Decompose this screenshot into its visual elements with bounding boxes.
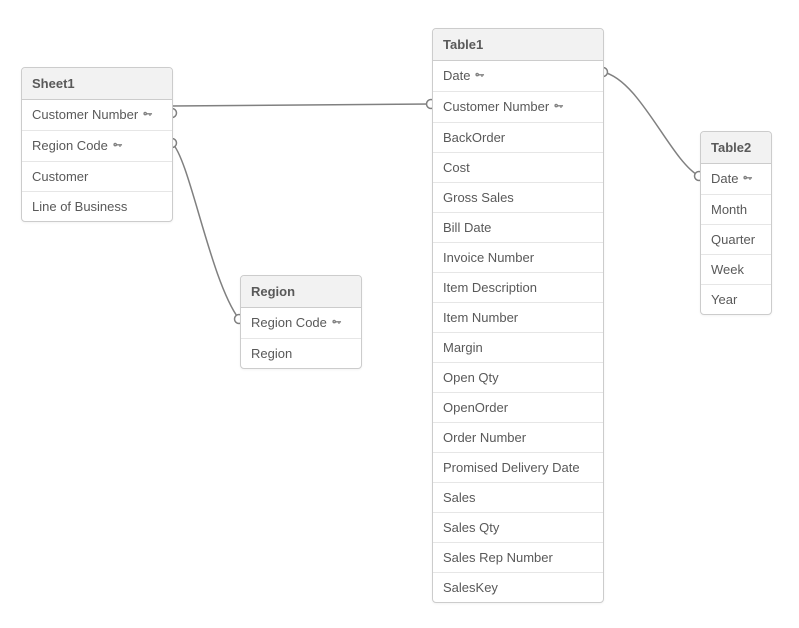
connection-line [172, 104, 431, 113]
table-table2[interactable]: Table2 Date Month Quarter Week Year [700, 131, 772, 315]
field-label: Line of Business [32, 199, 127, 214]
field-label: Region [251, 346, 292, 361]
table-field[interactable]: SalesKey [433, 573, 603, 602]
field-label: Promised Delivery Date [443, 460, 580, 475]
table-field[interactable]: Promised Delivery Date [433, 453, 603, 483]
table-table1[interactable]: Table1 Date Customer Number BackOrder Cost Gr… [432, 28, 604, 603]
field-label: Margin [443, 340, 483, 355]
table-field[interactable]: Sales Rep Number [433, 543, 603, 573]
table-field[interactable]: Item Number [433, 303, 603, 333]
field-label: Region Code [32, 138, 108, 153]
field-label: Region Code [251, 315, 327, 330]
field-label: Date [443, 68, 470, 83]
table-field[interactable]: Week [701, 255, 771, 285]
field-label: Invoice Number [443, 250, 534, 265]
table-field[interactable]: Date [433, 61, 603, 92]
table-field[interactable]: Month [701, 195, 771, 225]
table-field[interactable]: Invoice Number [433, 243, 603, 273]
field-label: Year [711, 292, 737, 307]
table-field[interactable]: Cost [433, 153, 603, 183]
field-label: Week [711, 262, 744, 277]
connection-line [172, 143, 239, 319]
table-field[interactable]: Open Qty [433, 363, 603, 393]
field-label: Item Number [443, 310, 518, 325]
field-label: Sales Rep Number [443, 550, 553, 565]
field-label: Quarter [711, 232, 755, 247]
table-header[interactable]: Table2 [701, 132, 771, 164]
field-label: Open Qty [443, 370, 499, 385]
table-field[interactable]: BackOrder [433, 123, 603, 153]
key-icon [331, 316, 342, 331]
field-label: Gross Sales [443, 190, 514, 205]
field-label: OpenOrder [443, 400, 508, 415]
table-field[interactable]: Region Code [241, 308, 361, 339]
field-label: Date [711, 171, 738, 186]
table-field[interactable]: Sales Qty [433, 513, 603, 543]
table-header[interactable]: Region [241, 276, 361, 308]
table-field[interactable]: Sales [433, 483, 603, 513]
table-field[interactable]: Margin [433, 333, 603, 363]
table-field[interactable]: Bill Date [433, 213, 603, 243]
table-header[interactable]: Sheet1 [22, 68, 172, 100]
table-field[interactable]: Order Number [433, 423, 603, 453]
table-field[interactable]: Line of Business [22, 192, 172, 221]
table-field[interactable]: OpenOrder [433, 393, 603, 423]
field-label: Bill Date [443, 220, 491, 235]
table-sheet1[interactable]: Sheet1 Customer Number Region Code Customer… [21, 67, 173, 222]
field-label: Customer [32, 169, 88, 184]
field-label: Sales Qty [443, 520, 499, 535]
table-field[interactable]: Region [241, 339, 361, 368]
table-field[interactable]: Region Code [22, 131, 172, 162]
field-label: Customer Number [32, 107, 138, 122]
field-label: Cost [443, 160, 470, 175]
field-label: Item Description [443, 280, 537, 295]
table-field[interactable]: Customer [22, 162, 172, 192]
table-field[interactable]: Date [701, 164, 771, 195]
field-label: BackOrder [443, 130, 505, 145]
table-field[interactable]: Quarter [701, 225, 771, 255]
table-field[interactable]: Customer Number [433, 92, 603, 123]
field-label: Customer Number [443, 99, 549, 114]
field-label: Order Number [443, 430, 526, 445]
table-header[interactable]: Table1 [433, 29, 603, 61]
field-label: Sales [443, 490, 476, 505]
key-icon [142, 108, 153, 123]
table-field[interactable]: Year [701, 285, 771, 314]
key-icon [112, 139, 123, 154]
key-icon [553, 100, 564, 115]
connection-line [603, 72, 699, 176]
table-field[interactable]: Customer Number [22, 100, 172, 131]
key-icon [474, 69, 485, 84]
table-field[interactable]: Gross Sales [433, 183, 603, 213]
field-label: Month [711, 202, 747, 217]
table-region[interactable]: Region Region Code Region [240, 275, 362, 369]
field-label: SalesKey [443, 580, 498, 595]
table-field[interactable]: Item Description [433, 273, 603, 303]
key-icon [742, 172, 753, 187]
